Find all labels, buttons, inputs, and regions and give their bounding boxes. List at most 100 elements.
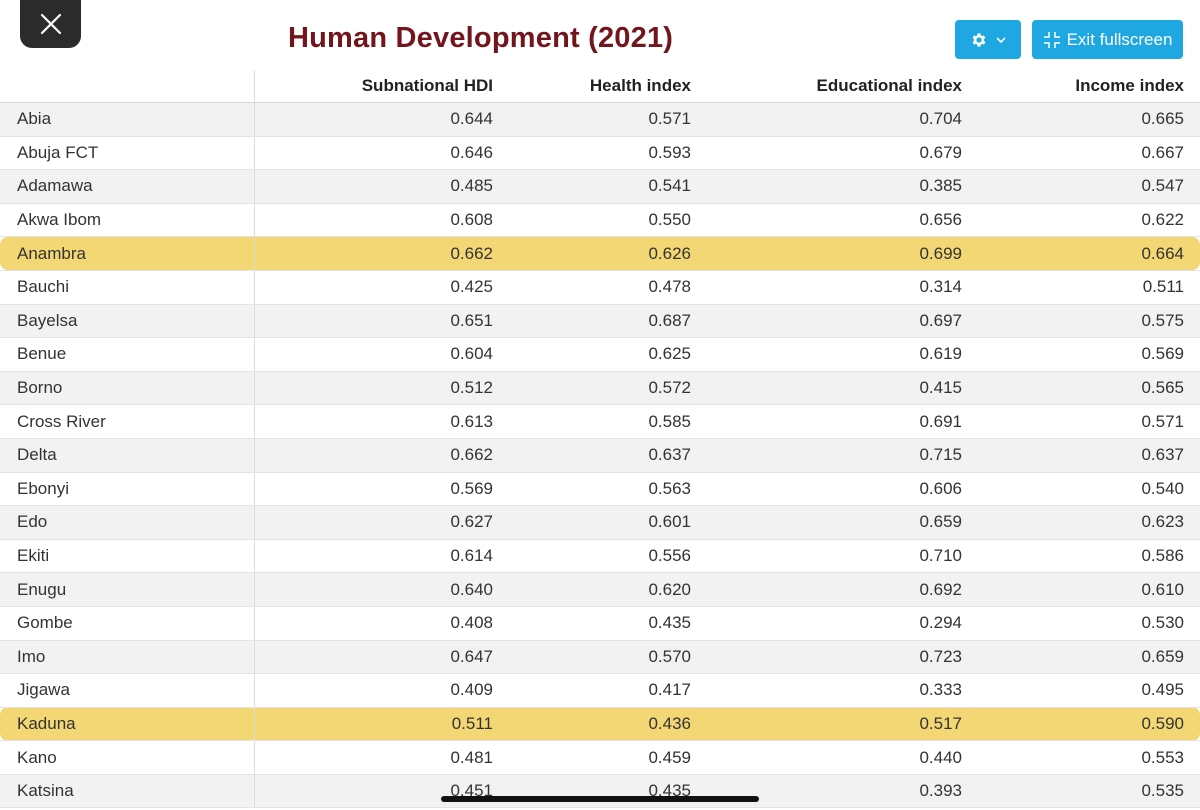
health-index-cell: 0.625 — [509, 337, 707, 372]
home-indicator — [441, 796, 759, 802]
close-button[interactable] — [20, 0, 81, 48]
health-index-cell: 0.571 — [509, 102, 707, 137]
data-table-container[interactable]: Subnational HDI Health index Educational… — [0, 70, 1200, 810]
income-index-cell: 0.553 — [978, 740, 1200, 775]
educational-index-cell: 0.619 — [707, 337, 978, 372]
column-header-state[interactable] — [0, 70, 255, 103]
state-name-cell: Cross River — [0, 404, 255, 439]
income-index-cell: 0.569 — [978, 337, 1200, 372]
educational-index-cell: 0.715 — [707, 438, 978, 473]
educational-index-cell: 0.314 — [707, 270, 978, 305]
income-index-cell: 0.664 — [978, 236, 1200, 271]
income-index-cell: 0.495 — [978, 673, 1200, 708]
subnational-hdi-cell: 0.511 — [254, 707, 509, 742]
table-row: Kano 0.481 0.459 0.440 0.553 — [0, 740, 1200, 775]
health-index-cell: 0.541 — [509, 169, 707, 204]
table-row-highlighted: Anambra 0.662 0.626 0.699 0.664 — [0, 236, 1200, 271]
gear-icon — [970, 31, 988, 49]
state-name-cell: Imo — [0, 640, 255, 675]
educational-index-cell: 0.710 — [707, 539, 978, 574]
page-title: Human Development (2021) — [288, 22, 674, 54]
educational-index-cell: 0.385 — [707, 169, 978, 204]
health-index-cell: 0.601 — [509, 505, 707, 540]
state-name-cell: Delta — [0, 438, 255, 473]
income-index-cell: 0.622 — [978, 203, 1200, 238]
subnational-hdi-cell: 0.425 — [254, 270, 509, 305]
health-index-cell: 0.570 — [509, 640, 707, 675]
settings-menu-button[interactable] — [955, 20, 1021, 59]
income-index-cell: 0.590 — [978, 707, 1200, 742]
health-index-cell: 0.436 — [509, 707, 707, 742]
educational-index-cell: 0.517 — [707, 707, 978, 742]
subnational-hdi-cell: 0.451 — [254, 774, 509, 809]
subnational-hdi-cell: 0.627 — [254, 505, 509, 540]
exit-fullscreen-icon — [1043, 31, 1061, 49]
income-index-cell: 0.535 — [978, 774, 1200, 809]
subnational-hdi-cell: 0.614 — [254, 539, 509, 574]
subnational-hdi-cell: 0.640 — [254, 572, 509, 607]
health-index-cell: 0.593 — [509, 136, 707, 171]
exit-fullscreen-button[interactable]: Exit fullscreen — [1032, 20, 1183, 59]
table-row: Adamawa 0.485 0.541 0.385 0.547 — [0, 169, 1200, 204]
table-row: Bayelsa 0.651 0.687 0.697 0.575 — [0, 304, 1200, 339]
subnational-hdi-cell: 0.608 — [254, 203, 509, 238]
income-index-cell: 0.667 — [978, 136, 1200, 171]
income-index-cell: 0.565 — [978, 371, 1200, 406]
health-index-cell: 0.459 — [509, 740, 707, 775]
educational-index-cell: 0.723 — [707, 640, 978, 675]
column-header-subnational-hdi[interactable]: Subnational HDI — [254, 70, 509, 103]
state-name-cell: Edo — [0, 505, 255, 540]
state-name-cell: Akwa Ibom — [0, 203, 255, 238]
table-body: Abia 0.644 0.571 0.704 0.665 Abuja FCT 0.646 0.… — [0, 102, 1200, 809]
state-name-cell: Adamawa — [0, 169, 255, 204]
table-row: Benue 0.604 0.625 0.619 0.569 — [0, 337, 1200, 372]
educational-index-cell: 0.333 — [707, 673, 978, 708]
income-index-cell: 0.623 — [978, 505, 1200, 540]
state-name-cell: Gombe — [0, 606, 255, 641]
educational-index-cell: 0.656 — [707, 203, 978, 238]
column-header-income-index[interactable]: Income index — [978, 70, 1200, 103]
exit-fullscreen-label: Exit fullscreen — [1066, 29, 1173, 49]
state-name-cell: Kano — [0, 740, 255, 775]
subnational-hdi-cell: 0.646 — [254, 136, 509, 171]
health-index-cell: 0.620 — [509, 572, 707, 607]
state-name-cell: Enugu — [0, 572, 255, 607]
educational-index-cell: 0.659 — [707, 505, 978, 540]
income-index-cell: 0.575 — [978, 304, 1200, 339]
table-row: Abuja FCT 0.646 0.593 0.679 0.667 — [0, 136, 1200, 171]
table-row: Ekiti 0.614 0.556 0.710 0.586 — [0, 539, 1200, 574]
state-name-cell: Abia — [0, 102, 255, 137]
column-header-educational-index[interactable]: Educational index — [707, 70, 978, 103]
health-index-cell: 0.585 — [509, 404, 707, 439]
health-index-cell: 0.435 — [509, 774, 707, 809]
table-row: Akwa Ibom 0.608 0.550 0.656 0.622 — [0, 203, 1200, 238]
educational-index-cell: 0.697 — [707, 304, 978, 339]
income-index-cell: 0.610 — [978, 572, 1200, 607]
educational-index-cell: 0.704 — [707, 102, 978, 137]
subnational-hdi-cell: 0.408 — [254, 606, 509, 641]
table-row: Gombe 0.408 0.435 0.294 0.530 — [0, 606, 1200, 641]
state-name-cell: Bayelsa — [0, 304, 255, 339]
health-index-cell: 0.556 — [509, 539, 707, 574]
health-index-cell: 0.637 — [509, 438, 707, 473]
income-index-cell: 0.540 — [978, 472, 1200, 507]
state-name-cell: Ekiti — [0, 539, 255, 574]
table-row: Jigawa 0.409 0.417 0.333 0.495 — [0, 673, 1200, 708]
table-row: Delta 0.662 0.637 0.715 0.637 — [0, 438, 1200, 473]
table-row-highlighted: Kaduna 0.511 0.436 0.517 0.590 — [0, 707, 1200, 742]
income-index-cell: 0.530 — [978, 606, 1200, 641]
subnational-hdi-cell: 0.613 — [254, 404, 509, 439]
state-name-cell: Kaduna — [0, 707, 255, 742]
educational-index-cell: 0.691 — [707, 404, 978, 439]
hdi-table: Subnational HDI Health index Educational… — [0, 70, 1200, 809]
health-index-cell: 0.417 — [509, 673, 707, 708]
educational-index-cell: 0.606 — [707, 472, 978, 507]
income-index-cell: 0.665 — [978, 102, 1200, 137]
state-name-cell: Katsina — [0, 774, 255, 809]
state-name-cell: Anambra — [0, 236, 255, 271]
income-index-cell: 0.547 — [978, 169, 1200, 204]
health-index-cell: 0.572 — [509, 371, 707, 406]
column-header-health-index[interactable]: Health index — [509, 70, 707, 103]
subnational-hdi-cell: 0.485 — [254, 169, 509, 204]
chevron-down-icon — [996, 36, 1006, 44]
